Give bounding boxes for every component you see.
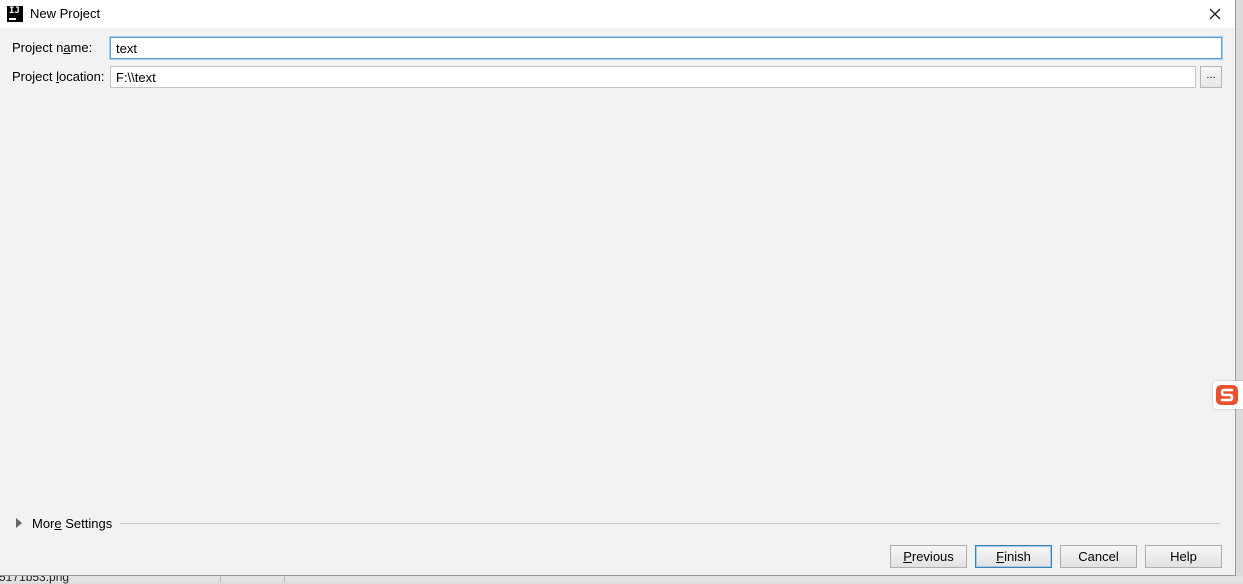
new-project-dialog: IJ New Project Project name: Project loc… [0,0,1243,576]
window-title: New Project [30,6,101,21]
browse-location-button[interactable]: ... [1200,66,1222,88]
intellij-idea-icon: IJ [7,6,23,22]
background-divider [220,576,221,582]
title-bar: IJ New Project [0,0,1235,28]
close-icon [1209,8,1221,20]
project-location-label: Project location: [12,69,105,84]
triangle-right-icon [16,518,22,528]
background-strip [0,576,1243,582]
close-button[interactable] [1205,4,1225,24]
cancel-button[interactable]: Cancel [1060,545,1137,568]
sogou-ime-icon[interactable] [1213,381,1243,409]
project-name-label: Project name: [12,40,93,55]
more-settings-label: More Settings [32,516,113,531]
project-name-input[interactable] [110,37,1222,59]
help-button[interactable]: Help [1145,545,1222,568]
background-divider [284,576,285,582]
project-location-input[interactable] [110,66,1196,88]
previous-button[interactable]: Previous [890,545,967,568]
finish-button[interactable]: Finish [975,545,1052,568]
more-settings-separator [120,523,1220,524]
